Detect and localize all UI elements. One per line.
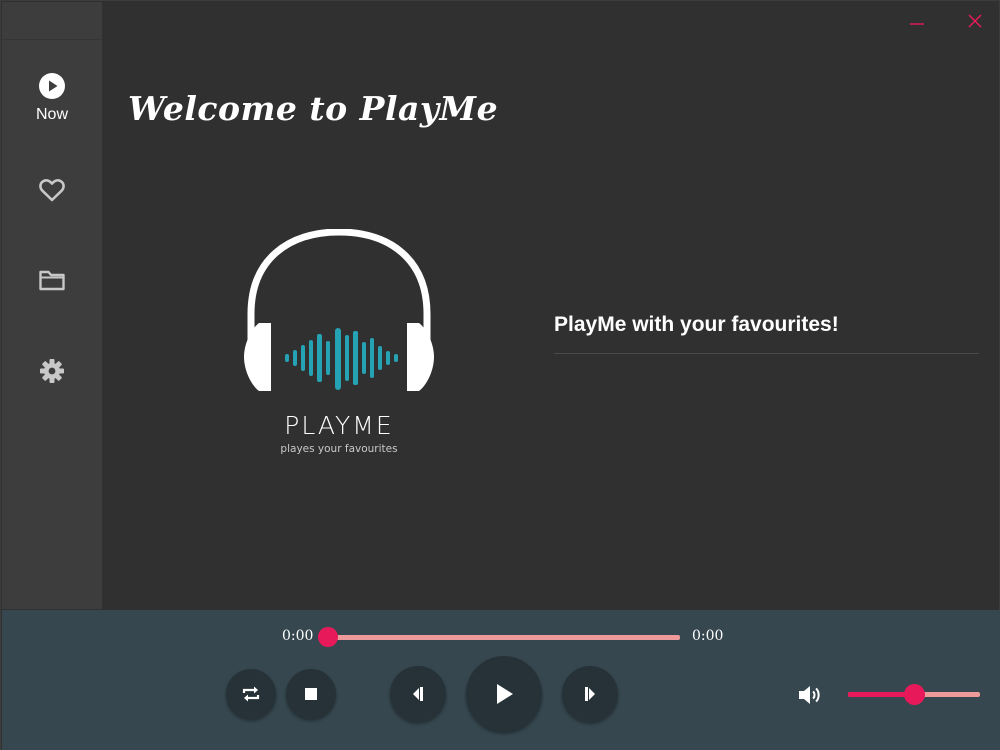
repeat-icon: [242, 686, 260, 702]
gear-icon: [40, 359, 64, 383]
repeat-button[interactable]: [226, 669, 276, 719]
logo-tagline-text: playes your favourites: [280, 443, 398, 455]
app-window: Now Welcome to PlayMe PLAYME playes your…: [0, 0, 1000, 750]
volume-button[interactable]: [797, 683, 823, 707]
total-time: 0:00: [692, 628, 724, 644]
stop-button[interactable]: [286, 669, 336, 719]
volume-handle[interactable]: [904, 684, 925, 705]
seek-slider[interactable]: [318, 627, 680, 647]
close-button[interactable]: [962, 9, 988, 33]
logo-brand-text: PLAYME: [284, 411, 394, 440]
folder-icon: [39, 270, 65, 291]
app-logo: PLAYME playes your favourites: [234, 228, 444, 464]
volume-slider[interactable]: [848, 684, 980, 705]
welcome-tagline: PlayMe with your favourites!: [554, 313, 839, 336]
minimize-icon: [910, 23, 924, 25]
seek-handle[interactable]: [318, 627, 338, 647]
divider: [554, 353, 979, 354]
page-title: Welcome to PlayMe: [128, 89, 499, 128]
headphones-icon: [244, 228, 434, 391]
current-time: 0:00: [282, 628, 314, 644]
next-icon: [585, 687, 595, 701]
sidebar-item-settings[interactable]: [2, 357, 102, 385]
sidebar-item-folder[interactable]: [2, 268, 102, 292]
sidebar-item-now[interactable]: Now: [2, 72, 102, 124]
close-icon: [968, 14, 982, 28]
player-bar: 0:00 0:00: [2, 610, 1000, 750]
sidebar-item-favourites[interactable]: [2, 177, 102, 203]
minimize-button[interactable]: [904, 9, 930, 33]
sidebar-item-label: Now: [35, 106, 68, 123]
previous-button[interactable]: [390, 666, 446, 722]
play-button[interactable]: [466, 656, 542, 732]
sidebar: Now: [2, 2, 102, 609]
previous-icon: [413, 687, 423, 701]
next-button[interactable]: [562, 666, 618, 722]
play-circle-icon: [39, 73, 65, 99]
heart-icon: [39, 179, 65, 202]
play-icon: [497, 684, 513, 704]
volume-icon: [799, 686, 820, 704]
sidebar-header: [2, 2, 102, 40]
stop-icon: [305, 688, 317, 700]
